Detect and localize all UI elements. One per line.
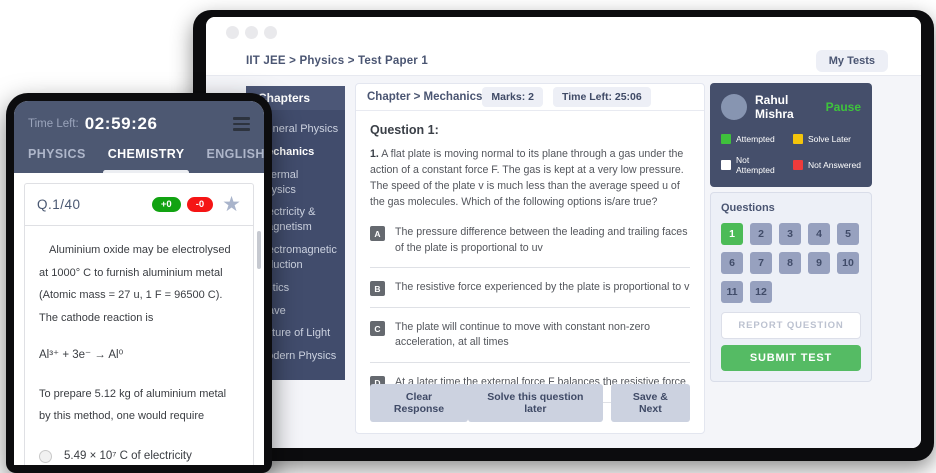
mobile-question-body: Aluminium oxide may be electrolysed at 1…: [25, 226, 253, 465]
question-number-2[interactable]: 2: [750, 223, 772, 245]
legend-solve-later: Solve Later: [793, 134, 861, 144]
window-control-dot[interactable]: [245, 26, 258, 39]
question-text: 1. A flat plate is moving normal to its …: [370, 146, 690, 210]
report-question-button[interactable]: REPORT QUESTION: [721, 312, 861, 339]
legend-label: Not Answered: [808, 160, 861, 170]
mobile-answer-options: 5.49 × 10⁷ C of electricity 5.49 × 10⁴ C…: [39, 445, 239, 465]
save-next-button[interactable]: Save & Next: [611, 384, 690, 422]
question-number-5[interactable]: 5: [837, 223, 859, 245]
question-card: Chapter > Mechanics Marks: 2 Time Left: …: [355, 83, 705, 434]
legend-label: Attempted: [736, 134, 775, 144]
right-panel: Rahul Mishra Pause Attempted Solve Later: [710, 83, 872, 382]
question-number-9[interactable]: 9: [808, 252, 830, 274]
question-number-grid: 1 2 3 4 5 6 7 8 9 10 11 12: [721, 223, 861, 303]
question-body: Question 1: 1. A flat plate is moving no…: [356, 111, 704, 403]
option-a-badge: A: [370, 226, 385, 241]
time-left-value: 02:59:26: [85, 114, 158, 134]
my-tests-button[interactable]: My Tests: [816, 50, 888, 72]
question-intro-text: Aluminium oxide may be electrolysed at 1…: [39, 239, 239, 329]
question-number-11[interactable]: 11: [721, 281, 743, 303]
mobile-window-content: Time Left: 02:59:26 PHYSICS CHEMISTRY EN…: [14, 101, 264, 465]
solve-later-button[interactable]: Solve this question later: [468, 384, 603, 422]
option-b[interactable]: B The resistive force experienced by the…: [370, 280, 690, 296]
question-number-8[interactable]: 8: [779, 252, 801, 274]
not-attempted-color-swatch: [721, 160, 731, 170]
question-number-4[interactable]: 4: [808, 223, 830, 245]
avatar: [721, 94, 747, 120]
divider: [370, 307, 690, 308]
scrollbar-thumb[interactable]: [257, 231, 261, 269]
tab-english-proficiency[interactable]: ENGLISH PROFICIENCY: [206, 147, 264, 173]
time-left-label: Time Left:: [28, 118, 79, 130]
mobile-question-area: Q.1/40 +0 -0 ★ Aluminium oxide may be el…: [14, 173, 264, 465]
tab-chemistry[interactable]: CHEMISTRY: [108, 147, 185, 173]
hamburger-menu-icon[interactable]: [233, 114, 250, 134]
questions-panel: Questions 1 2 3 4 5 6 7 8 9 10 11 12: [710, 192, 872, 382]
divider: [370, 362, 690, 363]
user-card: Rahul Mishra Pause Attempted Solve Later: [710, 83, 872, 187]
cathode-reaction-formula: Al³⁺ + 3e⁻ → Al⁰: [39, 344, 239, 368]
legend-not-answered: Not Answered: [793, 155, 861, 175]
question-title: Question 1:: [370, 123, 690, 137]
option-a[interactable]: A The pressure difference between the le…: [370, 225, 690, 256]
option-b-text: The resistive force experienced by the p…: [395, 280, 689, 295]
mobile-option-1-text: 5.49 × 10⁷ C of electricity: [64, 445, 192, 465]
window-control-dot[interactable]: [264, 26, 277, 39]
question-text-body: A flat plate is moving normal to its pla…: [370, 148, 684, 208]
submit-test-button[interactable]: SUBMIT TEST: [721, 345, 861, 371]
mobile-question-card: Q.1/40 +0 -0 ★ Aluminium oxide may be el…: [24, 183, 254, 465]
question-number-7[interactable]: 7: [750, 252, 772, 274]
question-number-12[interactable]: 12: [750, 281, 772, 303]
radio-button[interactable]: [39, 450, 52, 463]
mobile-question-header: Q.1/40 +0 -0 ★: [25, 184, 253, 226]
user-name: Rahul Mishra: [755, 93, 818, 121]
question-counter: Q.1/40: [37, 197, 81, 212]
option-c-text: The plate will continue to move with con…: [395, 320, 690, 351]
desktop-browser-window: IIT JEE > Physics > Test Paper 1 My Test…: [193, 10, 934, 461]
chapter-breadcrumb: Chapter > Mechanics: [367, 91, 482, 103]
desktop-window-content: IIT JEE > Physics > Test Paper 1 My Test…: [206, 17, 921, 448]
negative-marks-badge: -0: [187, 197, 213, 212]
subject-tabs: PHYSICS CHEMISTRY ENGLISH PROFICIENCY: [28, 147, 250, 173]
option-b-badge: B: [370, 281, 385, 296]
not-answered-color-swatch: [793, 160, 803, 170]
tab-physics[interactable]: PHYSICS: [28, 147, 86, 173]
answer-options: A The pressure difference between the le…: [370, 225, 690, 402]
question-actions: Clear Response Solve this question later…: [370, 384, 690, 422]
window-titlebar: [206, 17, 921, 47]
breadcrumb[interactable]: IIT JEE > Physics > Test Paper 1: [246, 55, 428, 67]
legend-not-attempted: Not Attempted: [721, 155, 789, 175]
question-number-prefix: 1.: [370, 148, 379, 160]
legend-attempted: Attempted: [721, 134, 789, 144]
question-card-header: Chapter > Mechanics Marks: 2 Time Left: …: [356, 84, 704, 111]
solve-later-color-swatch: [793, 134, 803, 144]
status-legend: Attempted Solve Later Not Attempted: [721, 134, 861, 175]
window-control-dot[interactable]: [226, 26, 239, 39]
divider: [370, 267, 690, 268]
question-number-1[interactable]: 1: [721, 223, 743, 245]
positive-marks-badge: +0: [152, 197, 181, 212]
time-left-badge: Time Left: 25:06: [553, 87, 651, 107]
mobile-option-1[interactable]: 5.49 × 10⁷ C of electricity: [39, 445, 239, 465]
breadcrumb-bar: IIT JEE > Physics > Test Paper 1 My Test…: [206, 47, 921, 76]
legend-label: Not Attempted: [736, 155, 789, 175]
attempted-color-swatch: [721, 134, 731, 144]
mobile-app-window: Time Left: 02:59:26 PHYSICS CHEMISTRY EN…: [6, 93, 272, 473]
question-number-6[interactable]: 6: [721, 252, 743, 274]
legend-label: Solve Later: [808, 134, 851, 144]
question-body-text: To prepare 5.12 kg of aluminium metal by…: [39, 383, 239, 428]
clear-response-button[interactable]: Clear Response: [370, 384, 468, 422]
marks-badge: Marks: 2: [482, 87, 543, 107]
question-number-10[interactable]: 10: [837, 252, 859, 274]
option-a-text: The pressure difference between the lead…: [395, 225, 690, 256]
test-main-area: Chapters General Physics Mechanics Therm…: [206, 76, 921, 448]
option-c[interactable]: C The plate will continue to move with c…: [370, 320, 690, 351]
bookmark-star-icon[interactable]: ★: [222, 194, 241, 215]
pause-button[interactable]: Pause: [826, 100, 861, 114]
question-number-3[interactable]: 3: [779, 223, 801, 245]
option-c-badge: C: [370, 321, 385, 336]
mobile-header: Time Left: 02:59:26 PHYSICS CHEMISTRY EN…: [14, 101, 264, 173]
questions-panel-title: Questions: [721, 202, 861, 214]
